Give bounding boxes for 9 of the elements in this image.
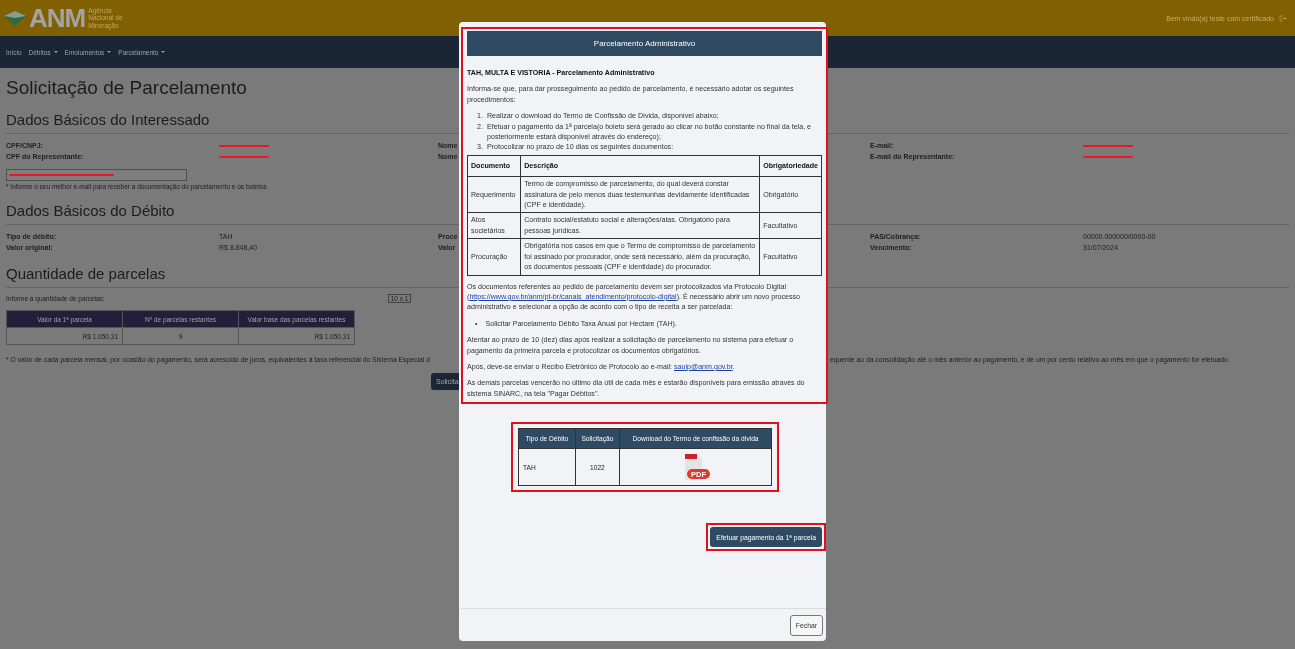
email-field[interactable] <box>6 169 187 181</box>
diamond-logo-icon <box>4 10 26 26</box>
section-title: Dados Básicos do Débito <box>6 202 175 219</box>
page-title: Solicitação de Parcelamento <box>6 77 247 99</box>
section-title: Dados Básicos do Interessado <box>6 111 210 128</box>
section-title: Quantidade de parcelas <box>6 265 166 282</box>
logo-text: ANM <box>29 2 86 34</box>
logout-icon[interactable] <box>1279 14 1287 22</box>
modal-title: Parcelamento Administrativo <box>467 31 822 56</box>
